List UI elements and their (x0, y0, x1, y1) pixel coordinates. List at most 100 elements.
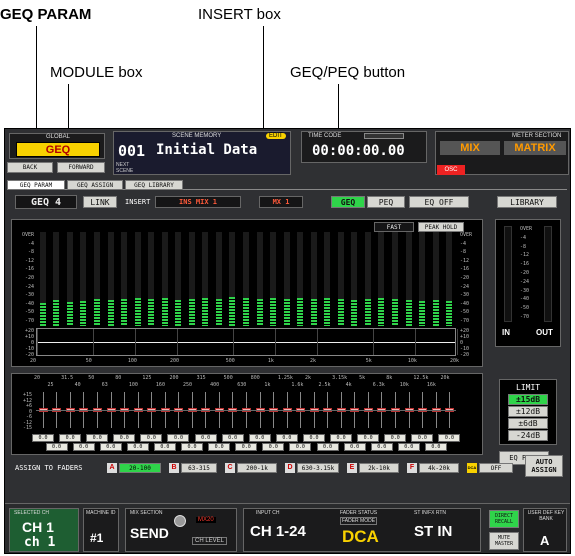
geq-mode-button[interactable]: GEQ (331, 196, 365, 208)
band-gain-value[interactable]: 0.0 (153, 443, 176, 451)
insert-label: INSERT (125, 198, 151, 206)
limit-12db-button[interactable]: ±12dB (508, 406, 548, 417)
assign-range-group: A 20-100 (107, 461, 163, 475)
input-ch-range[interactable]: CH 1-24 (250, 523, 306, 540)
assign-range-button[interactable]: 2k-10k (359, 463, 399, 473)
band-gain-value[interactable]: 0.0 (32, 434, 54, 442)
band-gain-value[interactable]: 0.0 (411, 434, 434, 442)
band-gain-value[interactable]: 0.0 (167, 434, 190, 442)
tab-geq-library[interactable]: GEQ LIBRARY (125, 180, 183, 190)
st-in-display[interactable]: ST IN (414, 523, 452, 540)
band-gain-value[interactable]: 0.0 (357, 434, 380, 442)
limit-24db-button[interactable]: -24dB (508, 430, 548, 441)
module-box[interactable]: GEQ 4 (15, 195, 77, 209)
assign-range-button[interactable]: 630-3.15k (297, 463, 339, 473)
band-gain-value[interactable]: 0.0 (194, 434, 217, 442)
band-gain-value[interactable]: 0.0 (424, 443, 447, 451)
mute-master-button[interactable]: MUTE MASTER (489, 532, 519, 550)
band-frequency-label: 2k (304, 375, 311, 381)
band-gain-value[interactable]: 0.0 (384, 434, 407, 442)
band-gain-value[interactable]: 0.0 (316, 443, 339, 451)
limit-15db-button[interactable]: ±15dB (508, 394, 548, 405)
band-gain-value[interactable]: 0.0 (248, 434, 271, 442)
assign-range-button[interactable]: 4k-20k (419, 463, 459, 473)
meter-scale-label: -50 (24, 309, 34, 316)
insert-source-box[interactable]: INS MIX 1 (155, 196, 241, 208)
frequency-grid-line (414, 329, 416, 355)
scene-memory-box: SCENE MEMORY EDIT 001 Initial Data NEXT … (113, 131, 291, 175)
assign-range-button[interactable]: OFF (479, 463, 513, 473)
scene-title[interactable]: Initial Data (156, 142, 257, 158)
band-gain-value[interactable]: 0.0 (275, 434, 298, 442)
assign-range-button[interactable]: 20-100 (119, 463, 161, 473)
limit-6db-button[interactable]: ±6dB (508, 418, 548, 429)
band-gain-value[interactable]: 0.0 (126, 443, 149, 451)
band-frequency-label: 315 (196, 375, 206, 381)
mx-badge: MX20 (196, 517, 216, 523)
frequency-grid-line (92, 329, 94, 355)
frequency-grid-line (372, 329, 374, 355)
band-gain-value[interactable]: 0.0 (221, 434, 244, 442)
meter-scale-label: -30 (24, 292, 34, 299)
edit-badge: EDIT (266, 133, 286, 139)
band-gain-value[interactable]: 0.0 (289, 443, 312, 451)
send-mode-display[interactable]: SEND (130, 525, 169, 541)
band-meter-level (297, 297, 304, 326)
assign-range-button[interactable]: 63-315 (181, 463, 217, 473)
band-gain-value[interactable]: 0.0 (438, 434, 461, 442)
peak-hold-button[interactable]: PEAK HOLD (418, 222, 464, 232)
key-bank-value[interactable]: A (540, 533, 549, 548)
st-in-fx-rtn-label: ST IN/FX RTN (414, 510, 447, 516)
band-gain-value[interactable]: 0.0 (397, 443, 420, 451)
band-gain-value[interactable]: 0.0 (262, 443, 285, 451)
tab-bar: GEQ PARAM GEQ ASSIGN GEQ LIBRARY (7, 178, 567, 190)
assign-letter-badge: DCA (467, 463, 477, 473)
band-gain-value[interactable]: 0.0 (181, 443, 204, 451)
band-meter-level (134, 297, 141, 326)
selected-ch-number: CH 1 (22, 519, 54, 535)
band-frequency-label: 250 (183, 382, 193, 388)
current-function-display[interactable]: GEQ (16, 142, 100, 157)
matrix-meter-button[interactable]: MATRIX (504, 141, 566, 155)
band-gain-value[interactable]: 0.0 (343, 443, 366, 451)
band-gain-value[interactable]: 0.0 (330, 434, 353, 442)
band-gain-value[interactable]: 0.0 (235, 443, 258, 451)
frequency-axis: 20 50 100 200 500 1k 2k 5k 10k 20k (30, 357, 459, 367)
direct-recall-button[interactable]: DIRECT RECALL (489, 510, 519, 528)
band-frequency-label: 1.6k (291, 382, 304, 388)
band-gain-value[interactable]: 0.0 (113, 434, 136, 442)
out-label: OUT (536, 328, 553, 337)
eq-off-button[interactable]: EQ OFF (409, 196, 469, 208)
time-code-label: TIME CODE (308, 133, 342, 139)
band-gain-value[interactable]: 0.0 (208, 443, 231, 451)
auto-assign-button[interactable]: AUTO ASSIGN (525, 455, 563, 477)
meter-scale-label: -16 (460, 266, 470, 273)
band-meter-level (364, 298, 371, 326)
band-frequency-label: 400 (210, 382, 220, 388)
library-button[interactable]: LIBRARY (497, 196, 557, 208)
band-gain-value[interactable]: 0.0 (370, 443, 393, 451)
assign-range-button[interactable]: 200-1k (237, 463, 277, 473)
insert-channel-box[interactable]: MX 1 (259, 196, 303, 208)
band-meter-level (337, 298, 344, 326)
band-gain-value[interactable]: 0.0 (140, 434, 163, 442)
band-gain-value[interactable]: 0.0 (99, 443, 122, 451)
forward-button[interactable]: FORWARD (57, 162, 105, 173)
tab-geq-param[interactable]: GEQ PARAM (7, 180, 65, 190)
dca-display[interactable]: DCA (342, 527, 379, 547)
band-gain-value[interactable]: 0.0 (59, 434, 82, 442)
mix-meter-button[interactable]: MIX (440, 141, 500, 155)
mix-section-label: MIX SECTION (130, 510, 163, 516)
back-button[interactable]: BACK (7, 162, 53, 173)
band-gain-value[interactable]: 0.0 (302, 434, 325, 442)
band-gain-value[interactable]: 0.0 (86, 434, 109, 442)
fader-scale-label: -15 (22, 425, 32, 431)
band-gain-value[interactable]: 0.0 (72, 443, 95, 451)
peq-mode-button[interactable]: PEQ (367, 196, 405, 208)
fast-button[interactable]: FAST (374, 222, 414, 232)
link-button[interactable]: LINK (83, 196, 117, 208)
band-gain-value[interactable]: 0.0 (45, 443, 68, 451)
tab-geq-assign[interactable]: GEQ ASSIGN (67, 180, 123, 190)
band-meter-level (188, 298, 195, 326)
machine-id-box: MACHINE ID #1 (83, 508, 119, 552)
